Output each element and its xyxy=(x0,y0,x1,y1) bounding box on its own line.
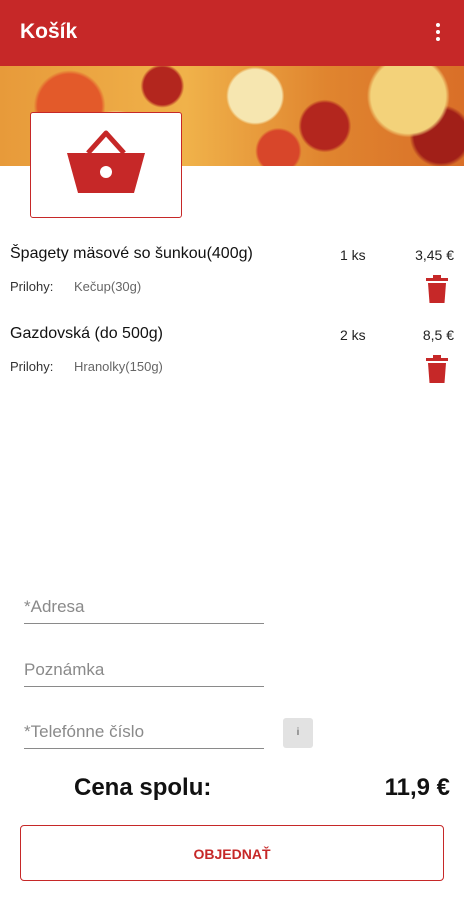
item-quantity: 2 ks xyxy=(340,327,366,343)
shopping-basket-icon xyxy=(67,130,145,193)
sides-value: Kečup(30g) xyxy=(74,279,142,294)
app-bar: Košík xyxy=(0,0,464,66)
trash-icon[interactable] xyxy=(426,275,448,303)
sides-value: Hranolky(150g) xyxy=(74,359,163,374)
phone-input[interactable] xyxy=(24,716,264,749)
trash-icon[interactable] xyxy=(426,355,448,383)
total-value: 11,9 € xyxy=(384,774,450,801)
total-label: Cena spolu: xyxy=(74,774,212,801)
sides-label: Prilohy: xyxy=(10,359,54,374)
item-price: 8,5 € xyxy=(422,327,454,343)
item-name: Špagety mäsové so šunkou(400g) xyxy=(10,245,253,262)
address-input[interactable] xyxy=(24,591,264,624)
item-price: 3,45 € xyxy=(415,247,454,263)
sides-label: Prilohy: xyxy=(10,279,54,294)
more-vert-icon[interactable] xyxy=(424,20,452,48)
page-title: Košík xyxy=(20,20,78,43)
phone-info-button[interactable]: i xyxy=(283,718,313,748)
item-name: Gazdovská (do 500g) xyxy=(10,325,163,342)
note-input[interactable] xyxy=(24,654,264,687)
cart-image-box xyxy=(30,112,182,218)
item-quantity: 1 ks xyxy=(340,247,366,263)
order-button[interactable]: OBJEDNAŤ xyxy=(20,825,444,881)
